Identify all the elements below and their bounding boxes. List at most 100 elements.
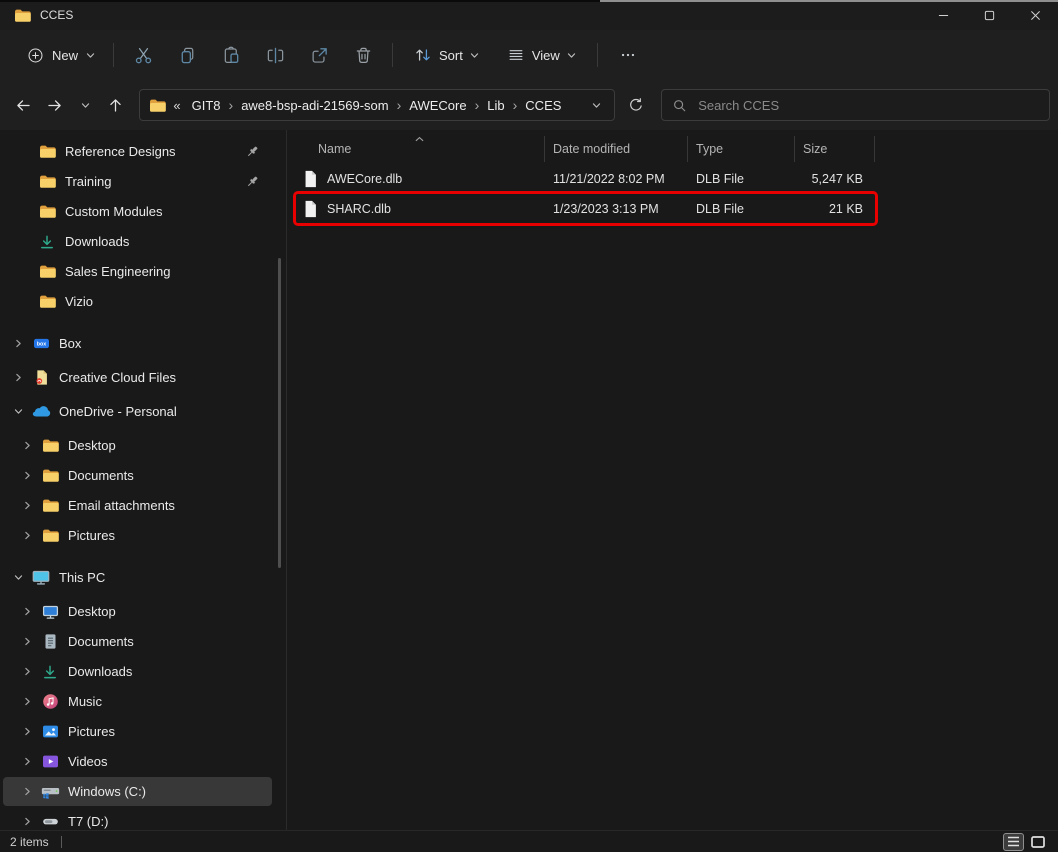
window-controls bbox=[920, 0, 1058, 30]
sidebar-item-windows-c[interactable]: Windows (C:) bbox=[3, 777, 272, 806]
column-header-type[interactable]: Type bbox=[688, 136, 795, 162]
breadcrumb-item-cces[interactable]: CCES bbox=[520, 96, 566, 115]
back-button[interactable] bbox=[8, 90, 39, 121]
delete-button[interactable] bbox=[343, 37, 383, 73]
column-header-date-modified[interactable]: Date modified bbox=[545, 136, 688, 162]
sidebar-item-documents[interactable]: Documents bbox=[3, 461, 272, 490]
delete-icon bbox=[354, 46, 373, 65]
chevron-down-icon bbox=[86, 51, 95, 60]
chevron-right-icon[interactable] bbox=[20, 667, 35, 676]
sidebar-scrollbar[interactable] bbox=[278, 258, 281, 568]
search-box bbox=[661, 89, 1050, 121]
copy-button[interactable] bbox=[167, 37, 207, 73]
sidebar-item-sales-engineering[interactable]: Sales Engineering bbox=[3, 257, 272, 286]
chevron-right-icon[interactable] bbox=[20, 441, 35, 450]
sidebar-item-email-attachments[interactable]: Email attachments bbox=[3, 491, 272, 520]
column-header-size[interactable]: Size bbox=[795, 136, 875, 162]
sidebar-item-videos[interactable]: Videos bbox=[3, 747, 272, 776]
file-type-cell: DLB File bbox=[688, 172, 795, 186]
sidebar-item-onedrive-personal[interactable]: OneDrive - Personal bbox=[3, 397, 272, 426]
breadcrumb-separator: › bbox=[394, 97, 405, 113]
cut-button[interactable] bbox=[123, 37, 163, 73]
breadcrumb-item-lib[interactable]: Lib bbox=[482, 96, 509, 115]
file-row-awecore-dlb[interactable]: AWECore.dlb11/21/2022 8:02 PMDLB File5,2… bbox=[296, 164, 875, 193]
chevron-right-icon[interactable] bbox=[20, 697, 35, 706]
sidebar-item-t7-d[interactable]: T7 (D:) bbox=[3, 807, 272, 830]
details-view-button[interactable] bbox=[1003, 833, 1024, 851]
history-dropdown-button[interactable] bbox=[70, 90, 101, 121]
sidebar-item-custom-modules[interactable]: Custom Modules bbox=[3, 197, 272, 226]
sidebar-item-pictures[interactable]: Pictures bbox=[3, 521, 272, 550]
chevron-right-icon[interactable] bbox=[20, 757, 35, 766]
paste-icon bbox=[222, 46, 241, 65]
sidebar-item-music[interactable]: Music bbox=[3, 687, 272, 716]
sidebar-item-documents[interactable]: Documents bbox=[3, 627, 272, 656]
sidebar-item-label: Creative Cloud Files bbox=[59, 370, 176, 385]
refresh-button[interactable] bbox=[619, 90, 653, 121]
breadcrumb-overflow-indicator[interactable]: « bbox=[173, 98, 180, 113]
file-name-cell: SHARC.dlb bbox=[296, 200, 545, 218]
file-row-sharc-dlb[interactable]: SHARC.dlb1/23/2023 3:13 PMDLB File21 KB bbox=[296, 194, 875, 223]
minimize-icon bbox=[938, 10, 949, 21]
window-title: CCES bbox=[40, 8, 73, 22]
ellipsis-icon bbox=[619, 46, 637, 64]
sidebar-item-pictures[interactable]: Pictures bbox=[3, 717, 272, 746]
sidebar-item-creative-cloud-files[interactable]: Creative Cloud Files bbox=[3, 363, 272, 392]
large-icons-view-button[interactable] bbox=[1027, 833, 1048, 851]
forward-button[interactable] bbox=[39, 90, 70, 121]
sidebar-items: Reference DesignsTrainingCustom ModulesD… bbox=[0, 137, 286, 830]
chevron-right-icon[interactable] bbox=[20, 471, 35, 480]
chevron-down-icon[interactable] bbox=[11, 407, 26, 416]
up-button[interactable] bbox=[101, 90, 132, 121]
column-header-row: NameDate modifiedTypeSize bbox=[296, 136, 875, 162]
address-bar[interactable]: « GIT8›awe8-bsp-adi-21569-som›AWECore›Li… bbox=[139, 89, 615, 121]
sidebar-item-label: Documents bbox=[68, 634, 134, 649]
chevron-right-icon[interactable] bbox=[20, 817, 35, 826]
more-options-button[interactable] bbox=[609, 37, 647, 73]
share-button[interactable] bbox=[299, 37, 339, 73]
chevron-down-icon[interactable] bbox=[11, 573, 26, 582]
chevron-right-icon[interactable] bbox=[20, 637, 35, 646]
chevron-right-icon[interactable] bbox=[20, 531, 35, 540]
chevron-right-icon[interactable] bbox=[20, 501, 35, 510]
minimize-button[interactable] bbox=[920, 0, 966, 30]
chevron-down-icon bbox=[567, 51, 576, 60]
cut-icon bbox=[134, 46, 153, 65]
screen-edge-dark bbox=[0, 0, 600, 2]
chevron-right-icon[interactable] bbox=[11, 339, 26, 348]
sidebar-item-label: Desktop bbox=[68, 604, 116, 619]
chevron-right-icon[interactable] bbox=[20, 727, 35, 736]
search-input[interactable] bbox=[696, 97, 1039, 114]
sidebar-item-downloads[interactable]: Downloads bbox=[3, 657, 272, 686]
sidebar-item-downloads[interactable]: Downloads bbox=[3, 227, 272, 256]
folder-icon bbox=[37, 144, 57, 159]
breadcrumb-item-awecore[interactable]: AWECore bbox=[404, 96, 471, 115]
view-button[interactable]: View bbox=[497, 39, 586, 71]
close-button[interactable] bbox=[1012, 0, 1058, 30]
breadcrumb-item-awe8-bsp-adi-21569-som[interactable]: awe8-bsp-adi-21569-som bbox=[236, 96, 393, 115]
chevron-right-icon[interactable] bbox=[20, 787, 35, 796]
sort-button[interactable]: Sort bbox=[404, 39, 489, 71]
sidebar-item-label: T7 (D:) bbox=[68, 814, 108, 829]
rename-icon bbox=[266, 46, 285, 65]
new-button[interactable]: New bbox=[16, 40, 106, 71]
paste-button[interactable] bbox=[211, 37, 251, 73]
sidebar-item-reference-designs[interactable]: Reference Designs bbox=[3, 137, 272, 166]
folder-icon bbox=[37, 204, 57, 219]
maximize-button[interactable] bbox=[966, 0, 1012, 30]
rename-button[interactable] bbox=[255, 37, 295, 73]
chevron-right-icon[interactable] bbox=[11, 373, 26, 382]
maximize-icon bbox=[984, 10, 995, 21]
sidebar-item-box[interactable]: boxBox bbox=[3, 329, 272, 358]
sidebar-item-this-pc[interactable]: This PC bbox=[3, 563, 272, 592]
chevron-right-icon[interactable] bbox=[20, 607, 35, 616]
sidebar-item-vizio[interactable]: Vizio bbox=[3, 287, 272, 316]
sidebar-item-label: Windows (C:) bbox=[68, 784, 146, 799]
column-header-name[interactable]: Name bbox=[296, 136, 545, 162]
sidebar-item-desktop[interactable]: Desktop bbox=[3, 597, 272, 626]
breadcrumb-item-git8[interactable]: GIT8 bbox=[187, 96, 226, 115]
sidebar-item-label: This PC bbox=[59, 570, 105, 585]
sidebar-item-desktop[interactable]: Desktop bbox=[3, 431, 272, 460]
address-dropdown-button[interactable] bbox=[588, 97, 605, 114]
sidebar-item-training[interactable]: Training bbox=[3, 167, 272, 196]
